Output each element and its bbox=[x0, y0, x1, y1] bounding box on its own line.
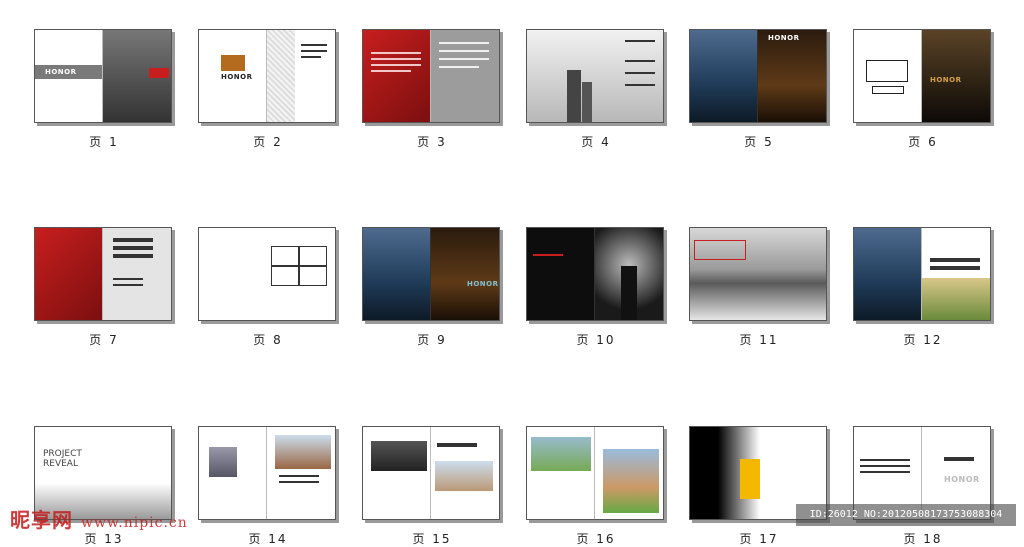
page-label: 页 3 bbox=[417, 135, 447, 149]
page-label: 页 12 bbox=[903, 333, 943, 347]
page-thumbnail-grid: HONOR 页 1 HONOR 页 2 页 3 页 4 HONOR 页 5 HO… bbox=[0, 0, 1024, 546]
page-thumbnail-1[interactable]: HONOR bbox=[34, 29, 172, 123]
page-thumbnail-4[interactable] bbox=[526, 29, 664, 123]
honor-logo-text: HONOR bbox=[930, 76, 962, 84]
page-label: 页 2 bbox=[253, 135, 283, 149]
page-thumbnail-6[interactable]: HONOR bbox=[853, 29, 991, 123]
page-label: 页 11 bbox=[739, 333, 779, 347]
watermark-site-url: www.nipic.cn bbox=[80, 515, 188, 531]
page-label: 页 1 bbox=[89, 135, 119, 149]
page-thumbnail-10[interactable] bbox=[526, 227, 664, 321]
page-thumbnail-16[interactable] bbox=[526, 426, 664, 520]
page-label: 页 10 bbox=[576, 333, 616, 347]
page-label: 页 17 bbox=[739, 532, 779, 546]
page-thumbnail-15[interactable] bbox=[362, 426, 500, 520]
page-label: 页 8 bbox=[253, 333, 283, 347]
reveal-text: REVEAL bbox=[43, 459, 78, 469]
page-thumbnail-11[interactable] bbox=[689, 227, 827, 321]
page-thumbnail-8[interactable] bbox=[198, 227, 336, 321]
page-label: 页 14 bbox=[248, 532, 288, 546]
honor-logo-text: HONOR bbox=[768, 34, 800, 42]
page-label: 页 16 bbox=[576, 532, 616, 546]
watermark-site-cn: 昵享网 bbox=[10, 508, 73, 532]
image-id-bar: ID:26012 NO:20120508173753088304 bbox=[796, 504, 1016, 526]
honor-logo-text: HONOR bbox=[45, 68, 77, 76]
page-thumbnail-14[interactable] bbox=[198, 426, 336, 520]
honor-logo-text: HONOR bbox=[944, 475, 980, 484]
page-thumbnail-2[interactable]: HONOR bbox=[198, 29, 336, 123]
page-label: 页 7 bbox=[89, 333, 119, 347]
page-thumbnail-9[interactable]: HONOR bbox=[362, 227, 500, 321]
page-thumbnail-3[interactable] bbox=[362, 29, 500, 123]
page-label: 页 5 bbox=[744, 135, 774, 149]
page-label: 页 18 bbox=[903, 532, 943, 546]
honor-logo-text: HONOR bbox=[467, 280, 499, 288]
page-label: 页 9 bbox=[417, 333, 447, 347]
honor-logo-text: HONOR bbox=[221, 73, 253, 81]
page-label: 页 4 bbox=[581, 135, 611, 149]
page-thumbnail-5[interactable]: HONOR bbox=[689, 29, 827, 123]
page-label: 页 15 bbox=[412, 532, 452, 546]
page-label: 页 6 bbox=[908, 135, 938, 149]
page-thumbnail-12[interactable] bbox=[853, 227, 991, 321]
watermark-logo: 昵享网 www.nipic.cn bbox=[10, 504, 188, 533]
project-text: PROJECT bbox=[43, 449, 82, 459]
page-thumbnail-7[interactable] bbox=[34, 227, 172, 321]
